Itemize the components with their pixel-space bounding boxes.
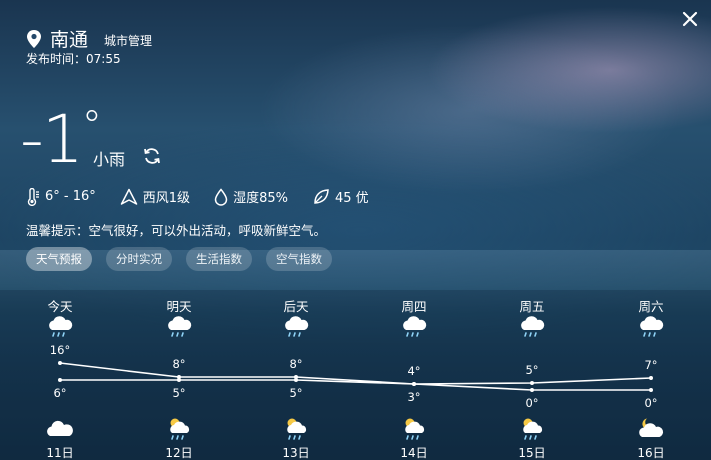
light-rain-icon: [282, 314, 310, 338]
temp-range-value: 6° - 16°: [45, 189, 96, 204]
high-temp-label: 4°: [407, 364, 421, 378]
publish-time-label: 发布时间：: [26, 52, 87, 66]
humidity: 湿度85%: [214, 187, 288, 206]
forecast-day-label: 明天: [166, 299, 192, 314]
light-rain-icon: [46, 314, 74, 338]
current-condition: 小雨: [93, 150, 126, 169]
humidity-value: 湿度85%: [233, 191, 288, 206]
low-temp-label: 5°: [289, 386, 303, 400]
light-rain-icon: [165, 314, 193, 338]
droplet-icon: [214, 187, 228, 206]
city-name[interactable]: 南通: [50, 25, 88, 52]
current-temperature-value: -1: [20, 101, 84, 178]
partly-cloudy-rain-icon: [165, 417, 193, 441]
low-temp-label: 0°: [644, 396, 658, 410]
location-pin-icon: [27, 29, 41, 48]
thermometer-icon: [27, 187, 39, 206]
forecast-date-label: 16日: [637, 446, 665, 460]
high-temp-label: 16°: [49, 343, 71, 357]
forecast-day-label: 周五: [519, 299, 545, 314]
forecast-date-label: 13日: [282, 446, 310, 460]
weather-tip: 温馨提示：空气很好，可以外出活动，呼吸新鲜空气。: [26, 223, 327, 238]
current-stats: 6° - 16° 西风1级 湿度85% 45 优: [26, 187, 393, 206]
partly-cloudy-rain-icon: [400, 417, 428, 441]
refresh-icon[interactable]: [142, 146, 162, 166]
light-rain-icon: [518, 314, 546, 338]
forecast-day-label: 后天: [283, 299, 309, 314]
city-manage-link[interactable]: 城市管理: [104, 32, 152, 49]
low-temp-label: 3°: [407, 390, 421, 404]
partly-cloudy-rain-icon: [282, 417, 310, 441]
publish-time-value: 07:55: [86, 52, 121, 66]
air-quality: 45 优: [312, 187, 369, 206]
forecast-date-label: 11日: [46, 446, 74, 460]
low-temp-label: 0°: [525, 396, 539, 410]
light-rain-icon: [637, 314, 665, 338]
tab-life-index[interactable]: 生活指数: [186, 247, 252, 271]
temperature-unit: °: [81, 103, 102, 149]
publish-time: 发布时间：07:55: [26, 50, 121, 67]
forecast-day-label: 周四: [401, 299, 427, 314]
leaf-icon: [314, 188, 329, 204]
wind-value: 西风1级: [142, 191, 191, 206]
tab-air-index[interactable]: 空气指数: [266, 247, 332, 271]
high-temp-label: 5°: [525, 363, 539, 377]
partly-cloudy-moon-icon: [637, 417, 665, 441]
tab-hourly[interactable]: 分时实况: [106, 247, 172, 271]
forecast-date-label: 14日: [400, 446, 428, 460]
cloudy-icon: [46, 417, 74, 441]
tab-bar: 天气预报 分时实况 生活指数 空气指数: [26, 247, 346, 271]
light-rain-icon: [400, 314, 428, 338]
forecast-date-label: 15日: [518, 446, 546, 460]
location-bar: 南通 城市管理: [26, 25, 152, 52]
aqi-value: 45 优: [334, 191, 369, 206]
tab-forecast[interactable]: 天气预报: [26, 247, 92, 271]
low-temp-label: 5°: [172, 386, 186, 400]
current-temperature: -1°: [20, 100, 102, 180]
high-temp-label: 8°: [172, 357, 186, 371]
close-icon[interactable]: [679, 8, 701, 30]
wind: 西风1级: [120, 187, 190, 206]
forecast-day-label: 周六: [638, 299, 664, 314]
wind-direction-icon: [120, 188, 138, 205]
partly-cloudy-rain-icon: [518, 417, 546, 441]
forecast-date-label: 12日: [165, 446, 193, 460]
temp-range: 6° - 16°: [26, 187, 96, 206]
forecast-day-label: 今天: [47, 299, 73, 314]
high-temp-label: 8°: [289, 357, 303, 371]
high-temp-label: 7°: [644, 358, 658, 372]
low-temp-label: 6°: [53, 386, 67, 400]
forecast-panel: [0, 290, 711, 460]
